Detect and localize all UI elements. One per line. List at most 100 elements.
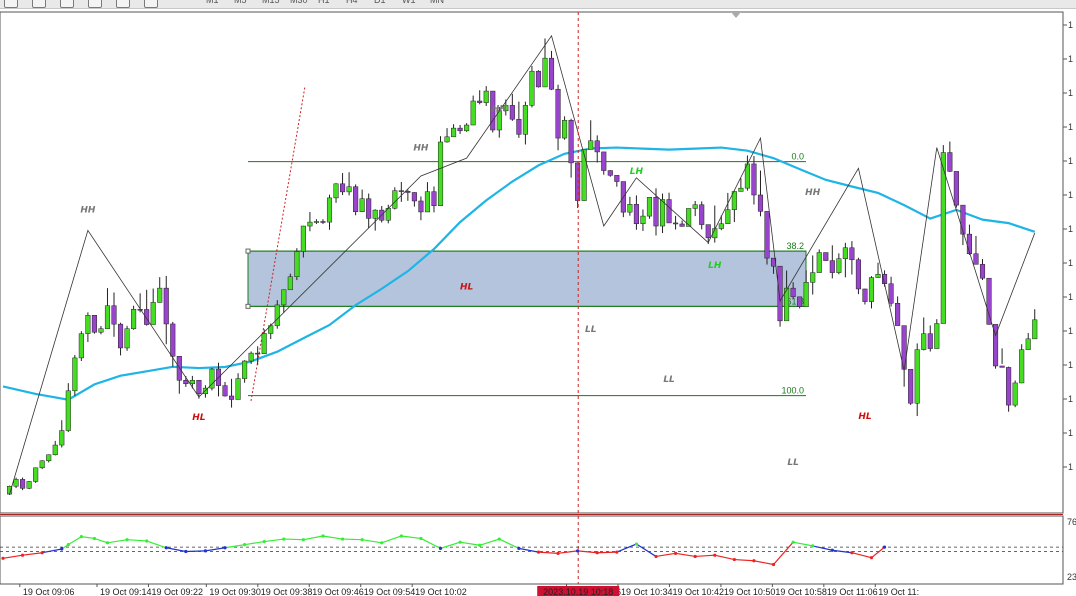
candle-body	[646, 197, 653, 217]
candle-body	[666, 199, 672, 224]
candle-body	[196, 380, 202, 394]
candle-body	[888, 283, 894, 304]
candle-body	[333, 183, 339, 199]
time-tick-label: 19 Oct 11:	[878, 587, 919, 596]
rsi-segment	[67, 536, 82, 546]
swing-label-hl: HL	[192, 413, 206, 423]
candle-body	[52, 444, 58, 456]
rsi-point	[184, 549, 188, 554]
swing-label-lh: LH	[630, 167, 644, 177]
candle-body	[418, 200, 424, 213]
candle-body	[163, 287, 169, 325]
candle-body	[679, 223, 685, 227]
candle-body	[601, 151, 607, 171]
swing-label-hh: HH	[80, 206, 96, 216]
candle-body	[157, 287, 163, 303]
chart-svg[interactable]: 111111111111110.038.261.8100.0HHHLHHHLHH…	[0, 0, 1076, 596]
fibonacci-zone[interactable]	[247, 250, 807, 307]
time-tick-label: 19 Oct 10:50	[724, 587, 776, 596]
candle-body	[346, 186, 352, 193]
rsi-point	[40, 551, 44, 555]
candle-body	[588, 140, 594, 150]
rsi-segment	[675, 552, 696, 558]
swing-label-ll: LL	[663, 375, 675, 385]
candle-body	[320, 221, 326, 223]
rsi-segment	[342, 538, 363, 541]
candle-body	[509, 105, 515, 120]
price-tick-label: 1	[1068, 88, 1073, 98]
candle-body	[921, 333, 927, 350]
candle-body	[1032, 319, 1038, 340]
rsi-point	[556, 551, 560, 555]
candle-body	[248, 352, 254, 362]
rsi-segment	[107, 539, 128, 544]
rsi-point	[164, 546, 168, 550]
candle-body	[855, 259, 861, 290]
candle-body	[934, 323, 940, 349]
candle-body	[810, 272, 816, 283]
candle-body	[940, 152, 946, 324]
price-tick-label: 1	[1068, 20, 1073, 30]
candle-body	[1025, 338, 1031, 350]
candle-body	[78, 333, 84, 359]
chart-shift-marker[interactable]	[731, 12, 741, 18]
candle-body	[875, 274, 881, 278]
candle-body	[757, 194, 764, 212]
candle-body	[581, 149, 587, 201]
price-tick-label: 1	[1068, 190, 1073, 200]
candle-body	[868, 277, 875, 302]
candle-body	[104, 305, 111, 329]
candle-body	[340, 183, 346, 193]
time-tick-label: 19 Oct 10:34	[621, 587, 673, 596]
candle-body	[692, 204, 698, 209]
candle-body	[908, 369, 914, 404]
candle-body	[516, 118, 522, 135]
candle-body	[39, 460, 45, 469]
candle-body	[242, 360, 248, 379]
candle-body	[483, 90, 489, 103]
rsi-point	[262, 539, 266, 544]
rsi-point	[595, 551, 599, 555]
swing-label-lh: LH	[708, 261, 722, 271]
rsi-segment	[401, 535, 421, 540]
rsi-point	[243, 543, 247, 547]
rsi-point	[419, 536, 423, 541]
candle-body	[91, 315, 97, 333]
candle-body	[353, 186, 359, 213]
candle-body	[477, 100, 483, 103]
rsi-point	[497, 537, 501, 541]
candle-body	[411, 192, 417, 202]
candle-body	[1012, 382, 1018, 406]
candle-body	[568, 120, 574, 164]
rsi-segment	[538, 551, 559, 554]
price-tick-label: 1	[1068, 360, 1073, 370]
candle-body	[261, 333, 267, 355]
time-tick-label: 19 Oct 09:46	[312, 587, 364, 596]
rsi-segment	[322, 535, 343, 540]
zone-handle[interactable]	[245, 248, 251, 254]
candle-body	[300, 225, 306, 252]
time-tick-label: 19 Oct 10:58	[775, 587, 827, 596]
candle-body	[117, 323, 124, 349]
zone-handle[interactable]	[245, 303, 251, 309]
rsi-segment	[616, 543, 637, 553]
rsi-segment	[381, 535, 402, 544]
rsi-segment	[2, 554, 23, 559]
rsi-segment	[812, 545, 833, 551]
candle-body	[548, 57, 555, 90]
candle-body	[947, 152, 953, 172]
rsi-segment	[362, 539, 382, 544]
candle-body	[529, 70, 535, 106]
candle-body	[542, 57, 548, 88]
rsi-point	[850, 551, 854, 555]
candle-body	[359, 198, 365, 213]
candle-body	[979, 264, 986, 279]
rsi-point	[145, 539, 149, 543]
rsi-point	[20, 553, 25, 557]
candle-body	[33, 467, 39, 482]
rsi-point	[869, 556, 874, 560]
swing-label-ll: LL	[787, 458, 799, 468]
rsi-point	[517, 546, 521, 550]
candle-body	[287, 276, 293, 291]
rsi-point	[536, 550, 541, 554]
